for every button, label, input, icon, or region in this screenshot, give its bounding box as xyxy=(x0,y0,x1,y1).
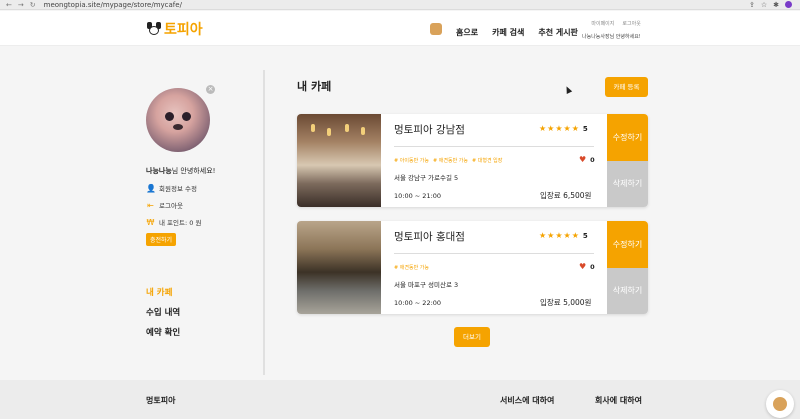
mouse-cursor-icon xyxy=(563,85,573,94)
edit-profile-label: 회원정보 수정 xyxy=(159,185,197,193)
sidebar-logout-link[interactable]: ⇤ 로그아웃 xyxy=(146,200,256,211)
page-title: 내 카페 xyxy=(297,80,332,93)
delete-cafe-button[interactable]: 삭제하기 xyxy=(607,268,648,314)
points-label: 내 포인트: 0 원 xyxy=(159,219,202,227)
logo-text: 토피아 xyxy=(164,22,203,38)
cafe-fee: 입장료 5,000원 xyxy=(540,298,592,307)
heart-icon: ♥ xyxy=(579,155,587,164)
reload-icon[interactable]: ↻ xyxy=(30,1,36,9)
mypage-sidebar: × 나능나능님 안녕하세요! 👤 회원정보 수정 ⇤ 로그아웃 ₩ 내 포인트:… xyxy=(146,80,256,346)
cafe-address: 서울 마포구 성미산로 3 xyxy=(394,281,459,289)
browser-profile-icon[interactable] xyxy=(785,1,792,8)
rating: ★ ★ ★ ★ ★ 5 xyxy=(539,231,588,241)
mypage-link[interactable]: 마이페이지 xyxy=(591,20,614,27)
tag: # 아이동반 가능 xyxy=(394,158,429,164)
cafe-card: 멍토피아 강남점 ★ ★ ★ ★ ★ 5 # 아이동반 가능 # 애견동반 가능… xyxy=(297,114,648,207)
header-logout-link[interactable]: 로그아웃 xyxy=(622,20,640,27)
sidebar-item-reservations[interactable]: 예약 확인 xyxy=(146,326,256,338)
bookmark-icon[interactable]: ☆ xyxy=(761,1,767,9)
back-icon[interactable]: ← xyxy=(6,1,12,9)
rating-value: 5 xyxy=(582,232,588,240)
tag: # 대형견 입장 xyxy=(471,158,503,164)
star-icon: ★ xyxy=(555,231,563,240)
cafe-tags: # 아이동반 가능 # 애견동반 가능 # 대형견 입장 xyxy=(394,157,502,164)
delete-cafe-button[interactable]: 삭제하기 xyxy=(607,161,648,207)
browser-nav: ← → ↻ xyxy=(0,1,36,9)
star-icon: ★ xyxy=(547,231,555,240)
star-icon: ★ xyxy=(571,231,579,240)
cafe-card: 멍토피아 홍대점 ★ ★ ★ ★ ★ 5 # 애견동반 가능 ♥ 0 서울 마포… xyxy=(297,221,648,314)
cafe-address: 서울 강남구 가로수길 5 xyxy=(394,174,459,182)
share-icon[interactable]: ⇪ xyxy=(749,1,755,9)
user-area: 마이페이지 로그아웃 나능나능사장님 안녕하세요! xyxy=(582,20,641,40)
edit-cafe-button[interactable]: 수정하기 xyxy=(607,221,648,268)
points-display: ₩ 내 포인트: 0 원 xyxy=(146,217,256,228)
likes-count: 0 xyxy=(590,156,595,164)
cafe-name: 멍토피아 강남점 xyxy=(394,124,465,136)
nav-home[interactable]: 홈으로 xyxy=(456,27,478,38)
cafe-hours: 10:00 ~ 22:00 xyxy=(394,299,442,307)
more-button[interactable]: 더보기 xyxy=(454,327,490,347)
cafe-image xyxy=(297,114,381,207)
cafe-tags: # 애견동반 가능 xyxy=(394,264,429,271)
footer-service-link[interactable]: 서비스에 대하여 xyxy=(500,395,554,406)
extensions-icon[interactable]: ✱ xyxy=(773,1,779,9)
rating: ★ ★ ★ ★ ★ 5 xyxy=(539,124,588,134)
card-divider xyxy=(394,253,594,254)
dog-logo-icon xyxy=(146,21,162,37)
logout-icon: ⇤ xyxy=(147,200,154,210)
chatbot-button[interactable] xyxy=(766,390,794,418)
star-icon: ★ xyxy=(563,124,571,133)
sidebar-greeting: 나능나능님 안녕하세요! xyxy=(146,166,256,176)
sidebar-item-my-cafe[interactable]: 내 카페 xyxy=(146,286,256,298)
heart-icon: ♥ xyxy=(579,262,587,271)
charge-button[interactable]: 충전하기 xyxy=(146,233,177,246)
sidebar-item-income[interactable]: 수입 내역 xyxy=(146,306,256,318)
browser-toolbar: ← → ↻ meongtopia.site/mypage/store/mycaf… xyxy=(0,0,800,10)
remove-avatar-icon[interactable]: × xyxy=(206,85,215,94)
cafe-name: 멍토피아 홍대점 xyxy=(394,231,465,243)
edit-cafe-button[interactable]: 수정하기 xyxy=(607,114,648,161)
tag: # 애견동반 가능 xyxy=(394,265,429,271)
site-logo[interactable]: 토피아 xyxy=(146,19,203,39)
star-icon: ★ xyxy=(571,124,579,133)
won-icon: ₩ xyxy=(146,217,155,227)
likes: ♥ 0 xyxy=(579,155,595,165)
register-cafe-button[interactable]: 카페 등록 xyxy=(605,77,648,97)
sidebar-menu: 내 카페 수입 내역 예약 확인 xyxy=(146,286,256,338)
avatar xyxy=(146,88,210,152)
dog-chat-icon xyxy=(773,397,787,411)
nav-recommend-board[interactable]: 추천 게시판 xyxy=(538,27,578,38)
user-icon: 👤 xyxy=(146,183,156,193)
address-bar[interactable]: meongtopia.site/mypage/store/mycafe/ xyxy=(44,1,182,9)
likes: ♥ 0 xyxy=(579,262,595,272)
greeting-suffix: 님 안녕하세요! xyxy=(171,167,216,175)
edit-profile-link[interactable]: 👤 회원정보 수정 xyxy=(146,183,256,194)
nav-cafe-search[interactable]: 카페 검색 xyxy=(492,27,524,38)
star-icon: ★ xyxy=(539,124,547,133)
sidebar-divider xyxy=(263,70,265,375)
site-footer: 멍토피아 서비스에 대하여 회사에 대하여 xyxy=(0,380,800,419)
card-divider xyxy=(394,146,594,147)
forward-icon[interactable]: → xyxy=(18,1,24,9)
footer-company-link[interactable]: 회사에 대하여 xyxy=(595,395,642,406)
cafe-hours: 10:00 ~ 21:00 xyxy=(394,192,442,200)
dog-mascot-icon xyxy=(430,23,442,35)
sidebar-logout-label: 로그아웃 xyxy=(159,202,183,210)
greeting-name: 나능나능 xyxy=(146,167,172,175)
star-icon: ★ xyxy=(539,231,547,240)
likes-count: 0 xyxy=(590,263,595,271)
site-header: 토피아 홈으로 카페 검색 추천 게시판 마이페이지 로그아웃 나능나능사장님 … xyxy=(0,11,800,46)
footer-brand: 멍토피아 xyxy=(146,396,176,405)
header-welcome: 나능나능사장님 안녕하세요! xyxy=(582,34,641,40)
cafe-fee: 입장료 6,500원 xyxy=(540,191,592,200)
cafe-image xyxy=(297,221,381,314)
star-icon: ★ xyxy=(547,124,555,133)
star-icon: ★ xyxy=(555,124,563,133)
tag: # 애견동반 가능 xyxy=(432,158,468,164)
rating-value: 5 xyxy=(582,125,588,133)
main-nav: 홈으로 카페 검색 추천 게시판 xyxy=(430,23,578,38)
star-icon: ★ xyxy=(563,231,571,240)
